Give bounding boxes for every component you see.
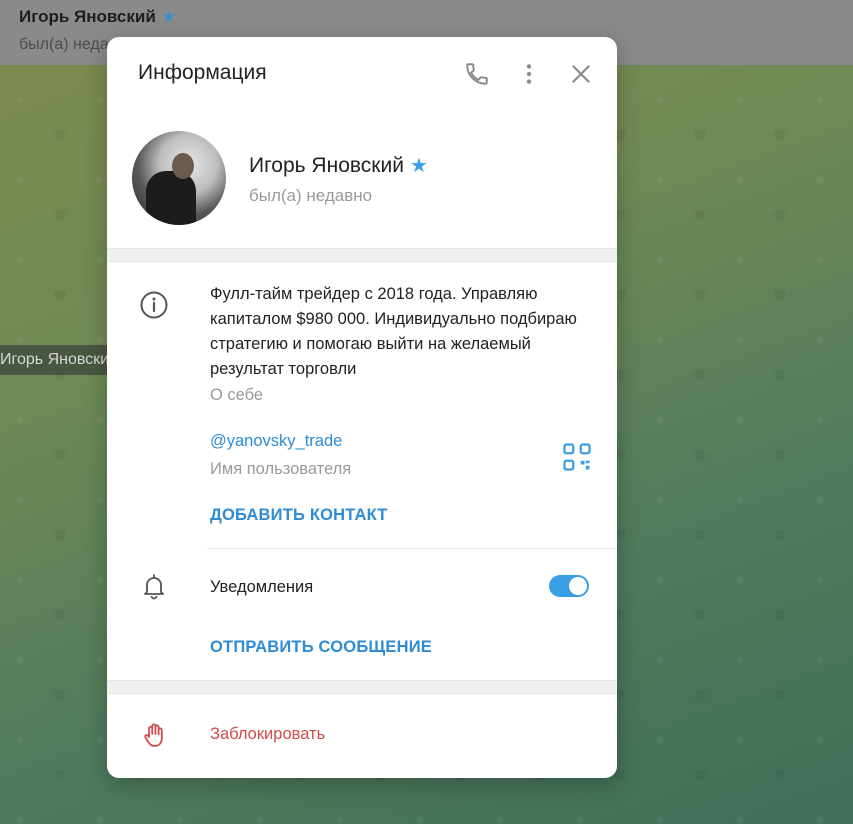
- phone-icon[interactable]: [464, 61, 490, 87]
- username-label: Имя пользователя: [210, 460, 352, 478]
- info-icon: [139, 290, 169, 320]
- section-separator: [107, 680, 617, 694]
- avatar-figure-head: [172, 153, 194, 179]
- user-info-modal: Информация Игорь Яновский ★ был(а) недавн…: [107, 37, 617, 778]
- avatar[interactable]: [132, 131, 226, 225]
- more-vertical-icon[interactable]: [516, 61, 542, 87]
- username-link[interactable]: @yanovsky_trade: [210, 432, 342, 451]
- block-button[interactable]: Заблокировать: [210, 725, 325, 744]
- verified-star-icon: ★: [161, 9, 177, 26]
- about-text: Фулл-тайм трейдер с 2018 года. Управляю …: [210, 285, 577, 378]
- divider: [207, 548, 617, 549]
- send-message-button[interactable]: ОТПРАВИТЬ СООБЩЕНИЕ: [210, 638, 432, 657]
- notifications-label: Уведомления: [210, 578, 314, 596]
- block-hand-icon: [140, 720, 170, 750]
- profile-status: был(а) недавно: [249, 186, 373, 205]
- chat-name-tag: Игорь Яновский: [0, 345, 110, 375]
- toggle-knob: [569, 577, 587, 595]
- star-icon: ★: [409, 155, 428, 177]
- profile-name: Игорь Яновский ★: [249, 153, 428, 178]
- close-icon[interactable]: [568, 61, 594, 87]
- avatar-figure-body: [146, 171, 196, 225]
- profile-name-text: Игорь Яновский: [249, 154, 404, 177]
- modal-title: Информация: [138, 61, 267, 84]
- notifications-toggle[interactable]: [549, 575, 589, 597]
- section-separator: [107, 248, 617, 262]
- chat-title-text: Игорь Яновский: [19, 7, 156, 26]
- chat-title: Игорь Яновский ★: [19, 7, 176, 27]
- qr-code-icon[interactable]: [562, 442, 591, 471]
- about-label: О себе: [210, 386, 264, 404]
- add-contact-button[interactable]: ДОБАВИТЬ КОНТАКТ: [210, 506, 388, 525]
- bell-icon: [139, 571, 169, 601]
